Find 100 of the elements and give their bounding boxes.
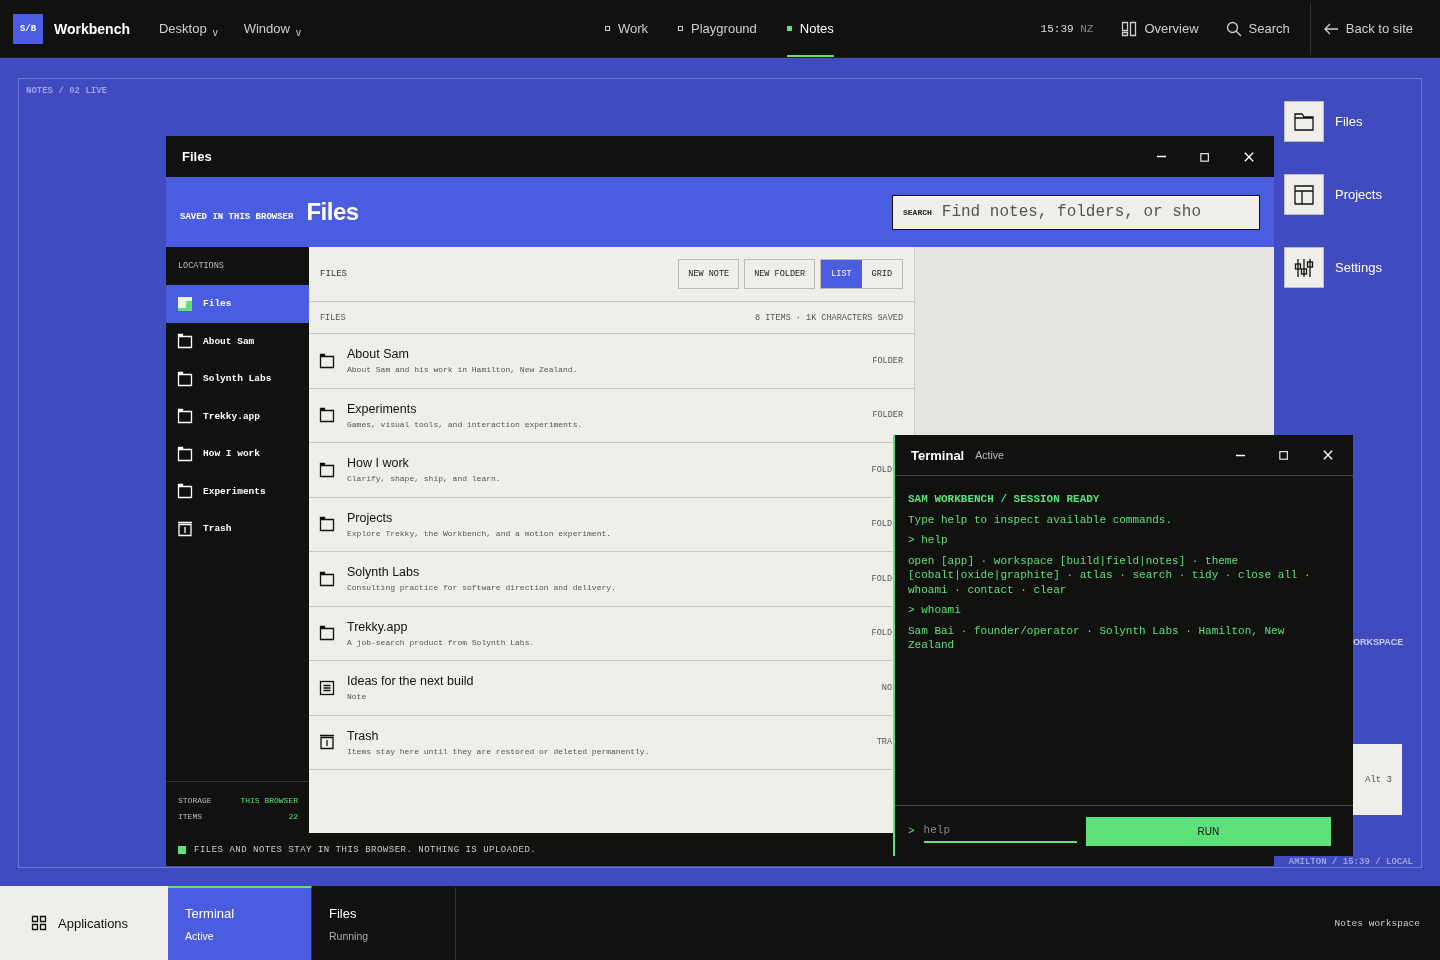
folder-icon: [319, 625, 335, 642]
folder-icon: [177, 445, 193, 462]
list-summary: 8 ITEMS · 1K CHARACTERS SAVED: [755, 312, 903, 323]
terminal-output: Sam Bai · founder/operator · Solynth Labs · Hamilton, New Zealand: [908, 623, 1286, 653]
breadcrumb: NOTES / 02 LIVE: [26, 86, 107, 96]
desktop-icon-tile[interactable]: [1284, 247, 1324, 288]
file-name: Solynth Labs: [347, 565, 421, 580]
desktop-icon-label[interactable]: Projects: [1335, 187, 1382, 202]
file-row[interactable]: Trekky.app A job-search product from Solynth Labs. FOLD: [309, 606, 892, 661]
terminal-command: > whoami: [908, 603, 962, 618]
overview-icon: [1121, 20, 1138, 37]
desktop-icon-tile[interactable]: [1284, 101, 1324, 142]
file-row[interactable]: Trash Items stay here until they are restored or deleted permanently. TRA: [309, 715, 892, 770]
toolbar-button[interactable]: NEW NOTE: [678, 259, 740, 289]
search-button[interactable]: Search: [1225, 20, 1290, 37]
file-type: TRA: [876, 737, 892, 748]
file-type: FOLD: [871, 519, 892, 530]
page-heading: Files: [306, 198, 359, 226]
view-toggle[interactable]: LIST: [821, 260, 862, 288]
window-title: Terminal: [911, 447, 965, 463]
maximize-icon: [1279, 450, 1289, 460]
folder-icon: [177, 408, 193, 425]
workspace-label: Notes workspace: [1334, 917, 1420, 929]
search-box[interactable]: SEARCH Find notes, folders, or sho: [892, 194, 1260, 230]
file-name: About Sam: [347, 347, 410, 362]
file-type: NO: [881, 682, 892, 693]
grid-icon: [31, 915, 47, 931]
sidebar-item[interactable]: Solynth Labs: [166, 360, 309, 398]
file-name: Experiments: [347, 401, 418, 416]
eyebrow-label: SAVED IN THIS BROWSER: [180, 212, 294, 222]
file-row[interactable]: About Sam About Sam and his work in Hamilton, New Zealand. FOLDER: [309, 334, 914, 389]
folder-icon: [177, 370, 193, 387]
sidebar-item[interactable]: Trekky.app: [166, 397, 309, 435]
file-name: Trekky.app: [347, 619, 409, 634]
trash-icon: [177, 520, 193, 537]
menu-button[interactable]: Desktop v: [159, 21, 218, 36]
terminal-output: SAM WORKBENCH / SESSION READY: [908, 492, 1101, 507]
maximize-icon: [1200, 151, 1210, 162]
sidebar-item[interactable]: How I work: [166, 435, 309, 473]
taskbar-item[interactable]: Terminal Active: [168, 886, 312, 960]
terminal-output: open [app] · workspace [build|field|notes] · theme [cobalt|oxide|graphite] · atlas · search · tidy · close all · whoami · contact · clear: [908, 553, 1312, 597]
sidebar-item[interactable]: Files: [166, 285, 309, 323]
file-name: Ideas for the next build: [347, 674, 475, 689]
file-type: FOLDER: [872, 410, 903, 421]
folder-icon: [319, 352, 335, 369]
clock: 15:39 NZ: [1040, 22, 1094, 35]
sidebar-heading: LOCATIONS: [177, 260, 225, 273]
file-row[interactable]: Solynth Labs Consulting practice for software direction and delivery. FOLD: [309, 552, 892, 607]
nav-tab[interactable]: Playground: [678, 0, 757, 57]
folder-icon: [319, 461, 335, 478]
file-type: FOLD: [871, 464, 892, 475]
file-row[interactable]: Ideas for the next build Note NO: [309, 661, 892, 716]
storage-value: 22: [288, 812, 298, 821]
search-label: SEARCH: [903, 207, 932, 217]
sidebar-item[interactable]: About Sam: [166, 322, 309, 360]
sidebar-item[interactable]: Experiments: [166, 472, 309, 510]
desktop-icon-tile[interactable]: [1284, 174, 1324, 215]
toolbar-button[interactable]: NEW FOLDER: [744, 259, 816, 289]
close-icon: [1323, 450, 1333, 460]
logo[interactable]: S/B: [13, 13, 43, 44]
trash-icon: [319, 734, 335, 751]
desktop-icon-label[interactable]: Settings: [1335, 260, 1382, 275]
file-description: Items stay here until they are restored or deleted permanently.: [347, 746, 651, 756]
file-name: Projects: [347, 510, 394, 525]
file-description: Note: [347, 692, 368, 702]
file-type: FOLD: [871, 573, 892, 584]
command-input[interactable]: help: [923, 819, 1077, 843]
sliders-icon: [1293, 256, 1315, 279]
run-button[interactable]: RUN: [1085, 816, 1331, 846]
applications-button[interactable]: Applications: [0, 886, 168, 960]
close-icon: [1244, 151, 1254, 162]
overview-button[interactable]: Overview: [1121, 20, 1199, 37]
file-name: Trash: [347, 728, 380, 743]
back-link[interactable]: Back to site: [1322, 20, 1413, 37]
menu-button[interactable]: Window v: [243, 21, 301, 36]
app-title: Workbench: [54, 20, 130, 37]
file-description: Clarify, shape, ship, and learn.: [347, 474, 502, 484]
file-description: Explore Trekky, the Workbench, and a motion experiment.: [347, 528, 613, 538]
list-title: FILES: [320, 312, 346, 323]
status-text: FILES AND NOTES STAY IN THIS BROWSER. NOTHING IS UPLOADED.: [194, 844, 537, 855]
storage-value: THIS BROWSER: [240, 796, 298, 805]
nav-tab[interactable]: Work: [604, 0, 649, 57]
folder-icon: [319, 407, 335, 424]
terminal-command: > help: [908, 533, 949, 548]
desktop-icon-label[interactable]: Files: [1335, 114, 1363, 129]
file-type: FOLD: [871, 628, 892, 639]
folder-icon: [177, 483, 193, 500]
file-row[interactable]: How I work Clarify, shape, ship, and learn. FOLD: [309, 443, 892, 498]
sidebar-item[interactable]: Trash: [166, 510, 309, 548]
folder-icon: [1293, 110, 1315, 133]
search-field[interactable]: Find notes, folders, or sho: [941, 203, 1259, 221]
file-row[interactable]: Projects Explore Trekky, the Workbench, and a motion experiment. FOLD: [309, 497, 892, 552]
files-icon: [177, 295, 193, 312]
shortcut-card: Alt 3: [1353, 744, 1402, 815]
file-description: A job-search product from Solynth Labs.: [347, 637, 536, 647]
file-name: How I work: [347, 456, 410, 471]
desktop-label: ORKSPACE: [1353, 637, 1404, 647]
window-title: Files: [182, 149, 212, 164]
prompt: >: [908, 825, 915, 837]
file-description: About Sam and his work in Hamilton, New Zealand.: [347, 365, 579, 375]
